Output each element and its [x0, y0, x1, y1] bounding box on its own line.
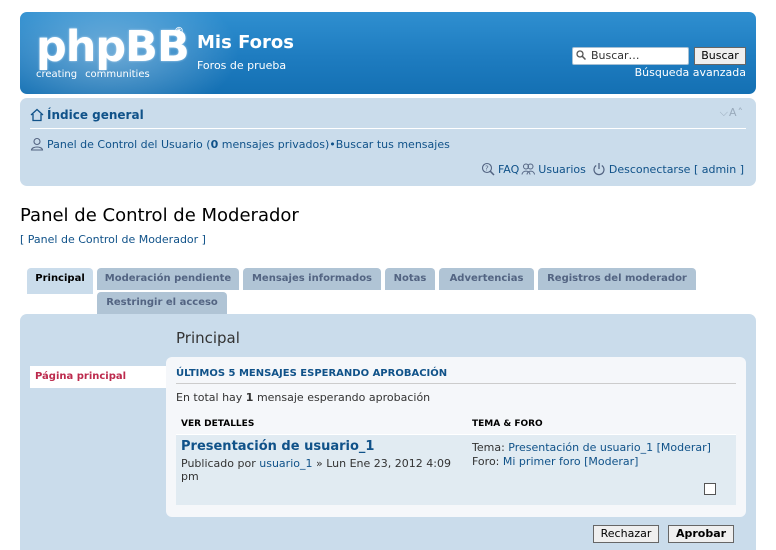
- logo-registered-mark: ®: [174, 26, 184, 37]
- home-icon: [30, 108, 44, 122]
- page-title: Panel de Control de Moderador: [20, 205, 299, 226]
- svg-text:?: ?: [485, 165, 489, 173]
- user-icon: [30, 137, 44, 151]
- forum-link[interactable]: Mi primer foro: [503, 455, 581, 468]
- index-link[interactable]: Índice general: [30, 108, 144, 122]
- site-header: phpBB ® creating communities Mis Foros Fo…: [20, 12, 756, 94]
- topic-label: Tema:: [472, 441, 509, 454]
- logo-tagline-2: communities: [85, 69, 150, 80]
- logo-tagline-1: creating: [36, 69, 78, 80]
- logo-tagline: creating communities: [36, 69, 150, 80]
- tab-advertencias[interactable]: Advertencias: [439, 268, 534, 290]
- author-link[interactable]: usuario_1: [259, 457, 312, 470]
- faq-icon: ?: [481, 162, 495, 176]
- topic-line: Tema: Presentación de usuario_1 [Moderar…: [472, 441, 711, 455]
- members-link[interactable]: Usuarios: [538, 163, 586, 176]
- table-header: VER DETALLES TEMA & FORO: [176, 415, 736, 435]
- mcp-panel: Página principal Principal ÚLTIMOS 5 MEN…: [20, 314, 756, 550]
- breadcrumb[interactable]: [ Panel de Control de Moderador ]: [20, 233, 206, 246]
- forum-label: Foro:: [472, 455, 503, 468]
- navbar-divider: [30, 128, 746, 129]
- tab-restringir-acceso[interactable]: Restringir el acceso: [97, 292, 227, 314]
- search-button[interactable]: Buscar: [694, 47, 746, 65]
- faq-link[interactable]: FAQ: [498, 163, 519, 176]
- table-row: Presentación de usuario_1 Publicado por …: [176, 435, 736, 505]
- user-links: ? FAQ Usuarios Desconectarse [ admin ]: [481, 162, 744, 176]
- section-heading: Principal: [176, 329, 240, 347]
- navbar: Índice general ⌵A˄ Panel de Control del …: [20, 98, 756, 186]
- post-title-link[interactable]: Presentación de usuario_1: [181, 439, 374, 454]
- logout-icon: [593, 163, 605, 176]
- search-input[interactable]: Buscar…: [572, 47, 689, 65]
- phpbb-logo[interactable]: phpBB ® creating communities: [36, 22, 190, 86]
- search-placeholder: Buscar…: [591, 49, 640, 62]
- forum-moderate-link[interactable]: [Moderar]: [584, 455, 638, 468]
- search-icon: [576, 50, 586, 60]
- topic-forum-cell: Tema: Presentación de usuario_1 [Moderar…: [472, 441, 711, 469]
- approve-button[interactable]: Aprobar: [668, 525, 734, 543]
- topic-link[interactable]: Presentación de usuario_1: [508, 441, 653, 454]
- total-prefix: En total hay: [176, 391, 246, 404]
- select-post-checkbox[interactable]: [704, 483, 716, 495]
- forum-line: Foro: Mi primer foro [Moderar]: [472, 455, 711, 469]
- tab-notas[interactable]: Notas: [385, 268, 435, 290]
- site-title[interactable]: Mis Foros: [197, 32, 294, 53]
- tab-mensajes-informados[interactable]: Mensajes informados: [243, 268, 381, 290]
- section-divider: [176, 383, 736, 384]
- total-suffix: mensaje esperando aprobación: [253, 391, 431, 404]
- logo-text: phpBB: [36, 22, 190, 72]
- advanced-search-link[interactable]: Búsqueda avanzada: [635, 66, 746, 79]
- font-size-control[interactable]: ⌵A˄: [720, 106, 744, 120]
- members-icon: [521, 163, 536, 175]
- index-link-label: Índice general: [47, 108, 144, 122]
- site-description: Foros de prueba: [197, 59, 287, 72]
- ucp-link-label: Panel de Control del Usuario (: [47, 137, 211, 151]
- reject-button[interactable]: Rechazar: [593, 525, 659, 543]
- ucp-row: Panel de Control del Usuario (0 mensajes…: [30, 137, 450, 151]
- unapproved-posts-title: ÚLTIMOS 5 MENSAJES ESPERANDO APROBACIÓN: [176, 368, 448, 379]
- unapproved-posts-box: ÚLTIMOS 5 MENSAJES ESPERANDO APROBACIÓN …: [166, 357, 746, 517]
- post-meta: Publicado por usuario_1 » Lun Ene 23, 20…: [181, 457, 456, 483]
- sidebar-item-pagina-principal[interactable]: Página principal: [30, 366, 166, 388]
- topic-moderate-link[interactable]: [Moderar]: [657, 441, 711, 454]
- column-header-topic-forum: TEMA & FORO: [472, 419, 543, 429]
- logout-link[interactable]: Desconectarse [ admin ]: [609, 163, 744, 176]
- tab-principal[interactable]: Principal: [27, 268, 93, 294]
- search-own-posts-link[interactable]: Buscar tus mensajes: [336, 138, 450, 151]
- tab-moderacion-pendiente[interactable]: Moderación pendiente: [97, 268, 239, 290]
- ucp-link[interactable]: Panel de Control del Usuario (0 mensajes…: [47, 138, 329, 151]
- posted-by-prefix: Publicado por: [181, 457, 260, 470]
- tab-registros-moderador[interactable]: Registros del moderador: [538, 268, 696, 290]
- ucp-link-suffix: mensajes privados): [218, 137, 330, 151]
- column-header-details: VER DETALLES: [181, 419, 255, 429]
- total-waiting-text: En total hay 1 mensaje esperando aprobac…: [176, 391, 430, 404]
